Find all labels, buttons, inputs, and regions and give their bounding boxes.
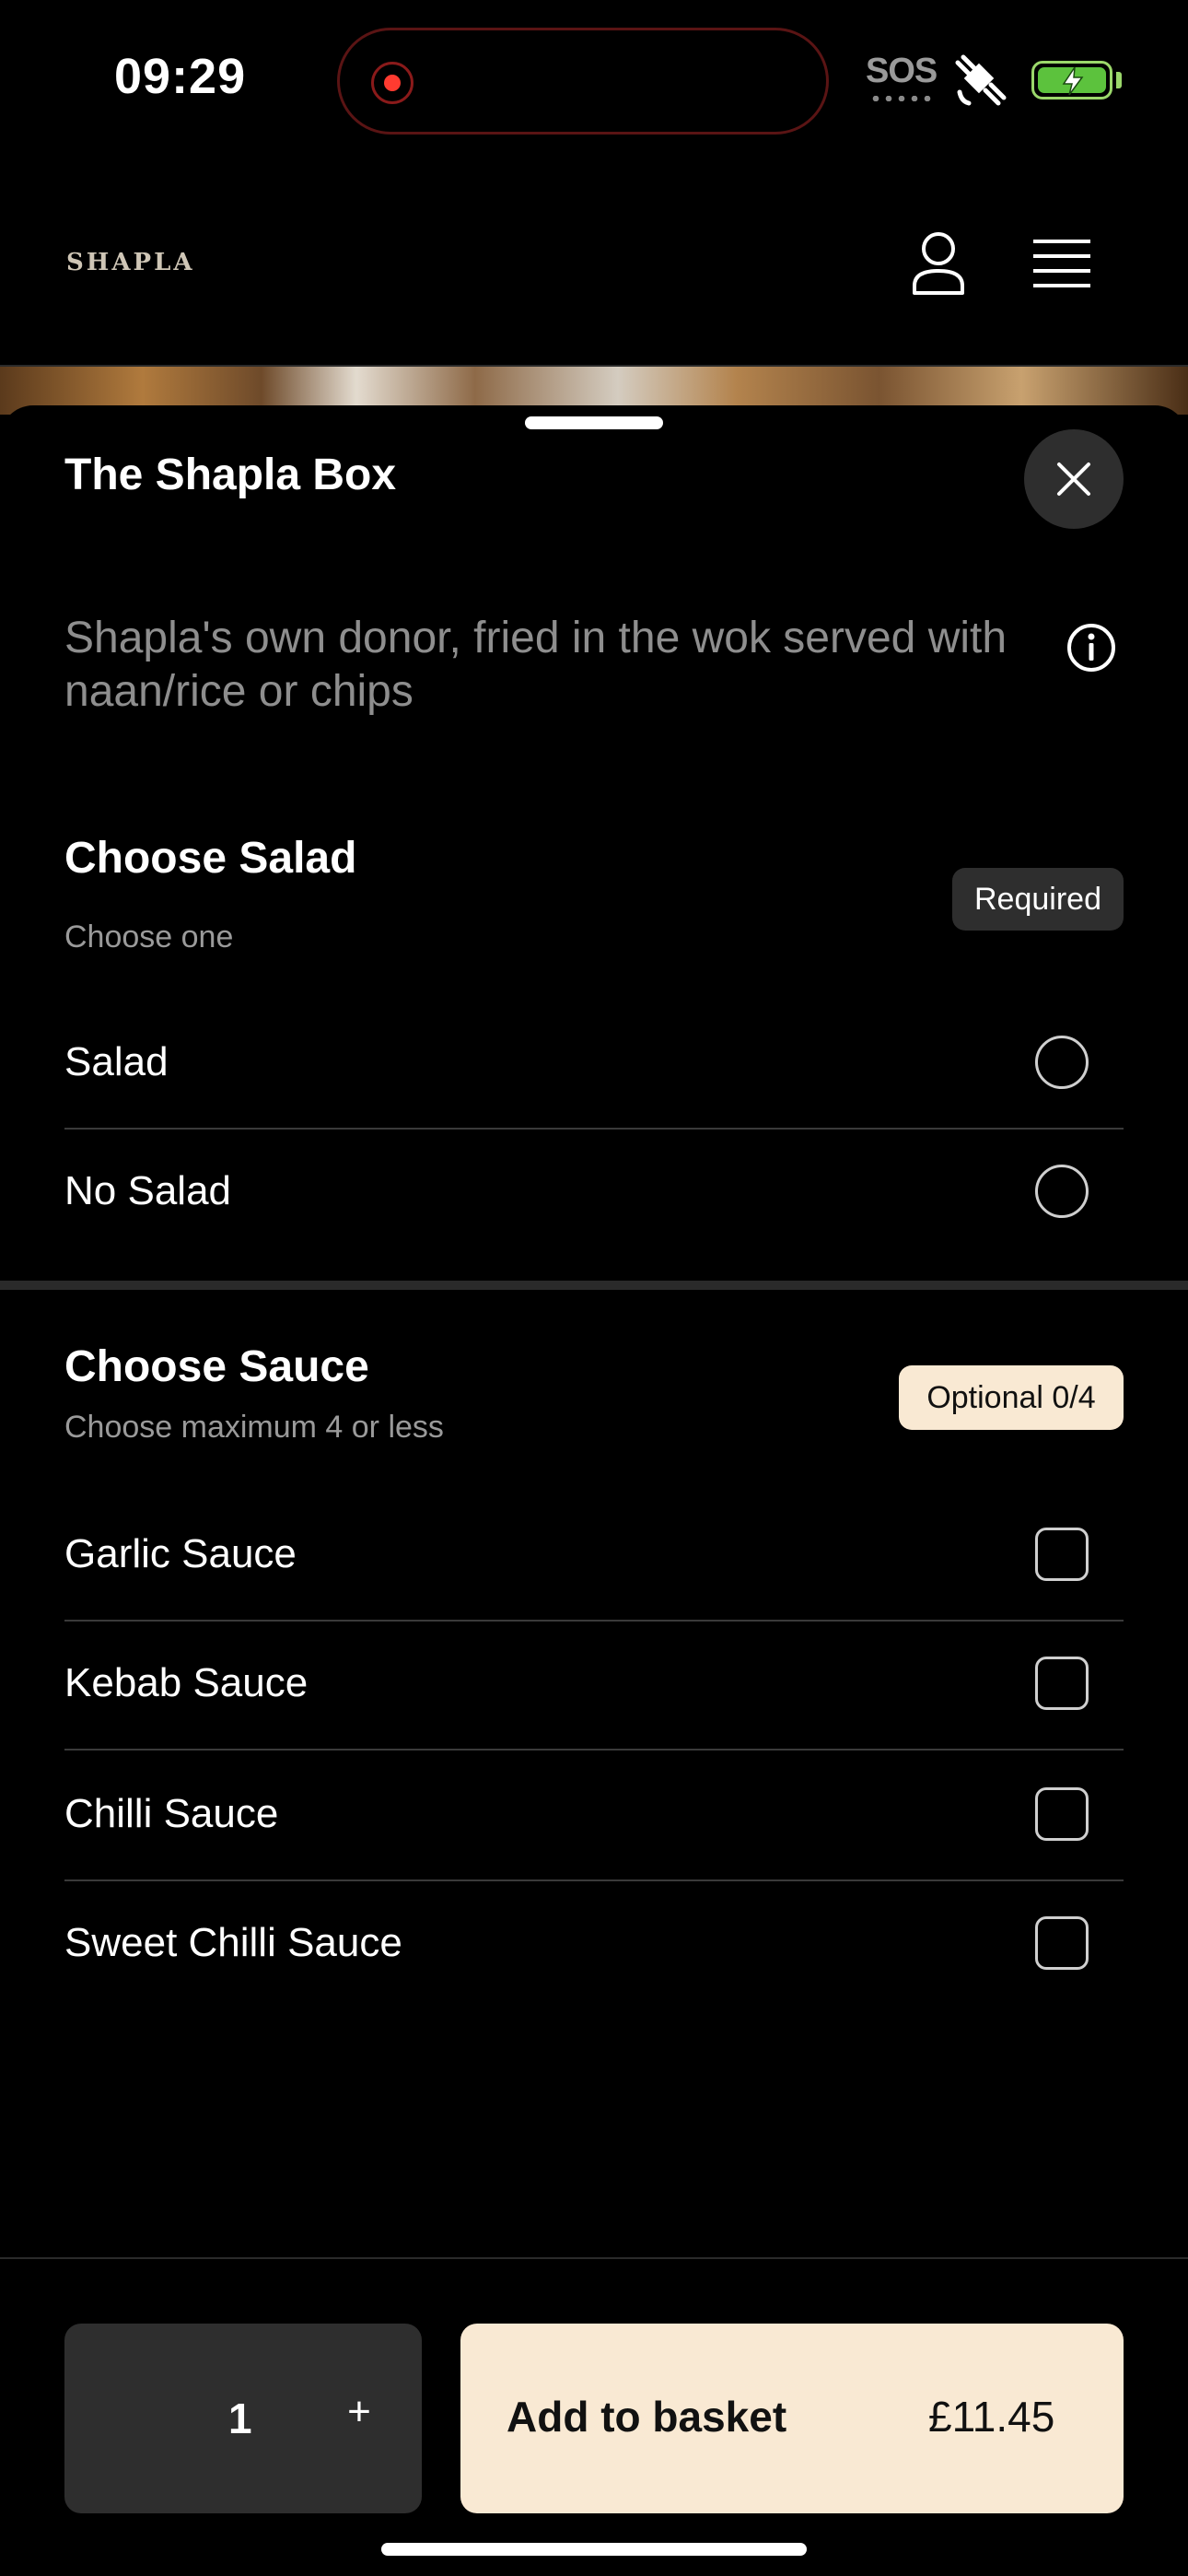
sos-indicator: SOS	[866, 52, 938, 90]
chilli-sauce-checkbox[interactable]	[1035, 1787, 1089, 1841]
quantity-increase-button[interactable]: +	[335, 2386, 383, 2438]
salad-radio[interactable]	[1035, 1036, 1089, 1089]
battery-charging-icon	[1031, 61, 1112, 100]
sauce-section-title: Choose Sauce	[64, 1342, 369, 1391]
item-title: The Shapla Box	[64, 451, 397, 499]
brand-logo[interactable]: SHAPLA	[66, 249, 195, 276]
hamburger-menu-icon[interactable]	[1033, 238, 1090, 289]
battery-cap	[1116, 72, 1122, 88]
sheet-grabber[interactable]	[525, 416, 663, 429]
required-badge: Required	[952, 868, 1124, 931]
option-divider	[64, 1128, 1124, 1130]
salad-section-subtitle: Choose one	[64, 919, 234, 954]
kebab-sauce-checkbox[interactable]	[1035, 1657, 1089, 1710]
dynamic-island	[337, 28, 829, 135]
kebab-sauce-label[interactable]: Kebab Sauce	[64, 1660, 308, 1706]
footer-divider	[0, 2257, 1188, 2259]
recording-dot-icon	[371, 62, 413, 104]
chilli-sauce-label[interactable]: Chilli Sauce	[64, 1791, 278, 1837]
close-button[interactable]	[1024, 429, 1124, 529]
close-icon	[1057, 463, 1090, 496]
quantity-value: 1	[228, 2395, 252, 2442]
sweet-chilli-sauce-checkbox[interactable]	[1035, 1916, 1089, 1970]
total-price[interactable]: £11.45	[928, 2392, 1054, 2441]
add-to-basket-label[interactable]: Add to basket	[507, 2392, 786, 2441]
garlic-sauce-checkbox[interactable]	[1035, 1528, 1089, 1581]
option-divider	[64, 1620, 1124, 1622]
section-divider	[0, 1281, 1188, 1290]
option-divider	[64, 1879, 1124, 1881]
sweet-chilli-sauce-label[interactable]: Sweet Chilli Sauce	[64, 1920, 402, 1966]
no-salad-radio[interactable]	[1035, 1165, 1089, 1218]
garlic-sauce-label[interactable]: Garlic Sauce	[64, 1531, 297, 1577]
signal-dots	[869, 96, 932, 101]
info-icon[interactable]	[1066, 623, 1116, 673]
optional-count-badge: Optional 0/4	[899, 1365, 1124, 1430]
option-divider	[64, 1749, 1124, 1751]
home-indicator[interactable]	[381, 2543, 807, 2556]
salad-option-label[interactable]: Salad	[64, 1039, 169, 1085]
item-description: Shapla's own donor, fried in the wok ser…	[64, 614, 1007, 716]
no-salad-option-label[interactable]: No Salad	[64, 1168, 231, 1214]
item-bottom-sheet	[0, 405, 1188, 2576]
satellite-icon	[955, 54, 1007, 106]
salad-section-title: Choose Salad	[64, 834, 357, 883]
user-icon[interactable]	[910, 230, 967, 297]
sauce-section-subtitle: Choose maximum 4 or less	[64, 1410, 444, 1445]
status-time: 09:29	[114, 49, 247, 104]
